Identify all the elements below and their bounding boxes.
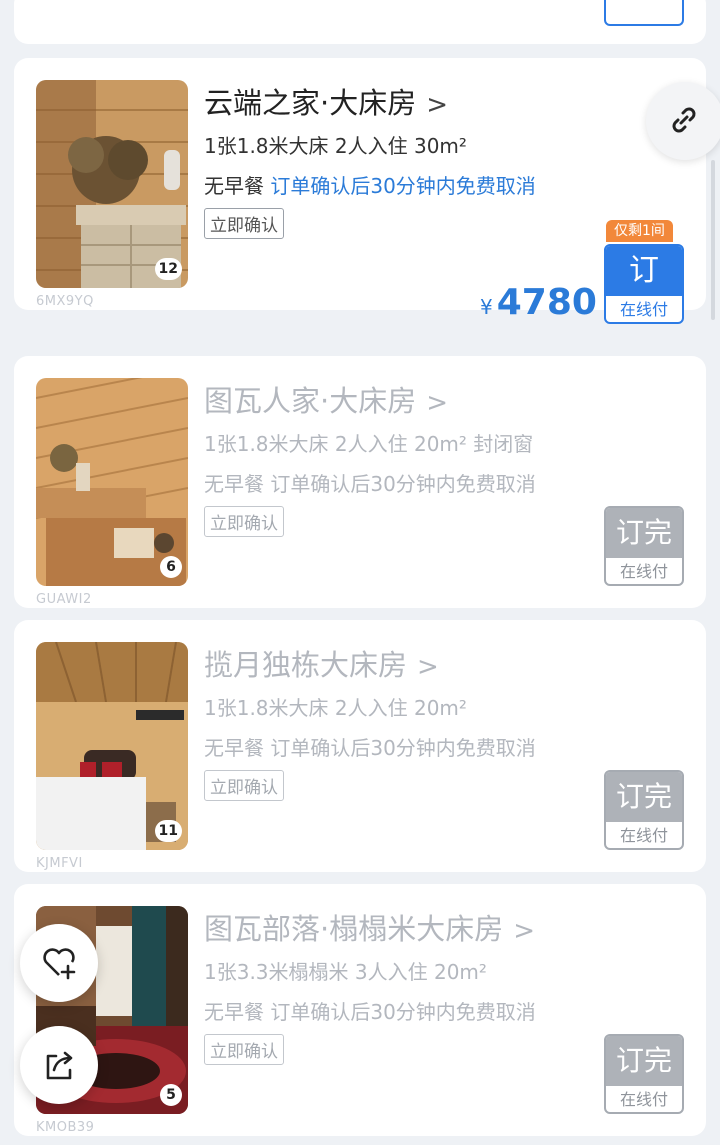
meal-policy: 无早餐 (204, 1000, 264, 1024)
room-policy: 无早餐 订单确认后30分钟内免费取消 (204, 170, 536, 199)
photo-count-badge: 5 (160, 1084, 182, 1106)
room-card[interactable]: 6 GUAWI2 图瓦人家·大床房 > 1张1.8米大床 2人入住 20m² 封闭… (14, 356, 706, 608)
book-button-label: 订 (606, 246, 682, 296)
sold-out-button[interactable]: 订完 在线付 (604, 770, 684, 850)
scrollbar[interactable] (711, 160, 715, 320)
book-button[interactable]: 订 在线付 (604, 244, 684, 324)
room-code: KJMFVI (36, 856, 83, 871)
room-title[interactable]: 图瓦人家·大床房 > (204, 378, 448, 420)
share-link-button[interactable] (646, 82, 720, 160)
pay-online-label: 在线付 (619, 562, 668, 581)
room-photo-image (36, 80, 188, 288)
pay-online-label: 在线付 (619, 300, 668, 319)
instant-confirm-tag: 立即确认 (204, 506, 284, 537)
chevron-right-icon: > (417, 652, 439, 682)
sold-out-label: 订完 (606, 772, 682, 822)
meal-policy: 无早餐 (204, 174, 264, 198)
chevron-right-icon: > (513, 916, 536, 946)
room-policy: 无早餐 订单确认后30分钟内免费取消 (204, 732, 536, 761)
sold-out-label: 订完 (606, 1036, 682, 1086)
photo-count-badge: 12 (154, 258, 182, 280)
room-photo[interactable]: 11 (36, 642, 188, 850)
previous-room-card (14, 0, 706, 44)
room-card[interactable]: 12 6MX9YQ 云端之家·大床房 > 1张1.8米大床 2人入住 30m² 无… (14, 58, 706, 324)
instant-confirm-tag: 立即确认 (204, 208, 284, 239)
room-code: 6MX9YQ (36, 294, 94, 309)
photo-count-badge: 6 (160, 556, 182, 578)
favorite-button[interactable] (20, 924, 98, 1002)
rooms-left-badge: 仅剩1间 (606, 220, 673, 242)
share-arrow-icon (46, 1051, 73, 1080)
pay-online-label: 在线付 (619, 1090, 668, 1109)
room-code: GUAWI2 (36, 592, 92, 607)
meal-policy: 无早餐 (204, 472, 264, 496)
room-card[interactable]: 5 KMOB39 图瓦部落·榻榻米大床房 > 1张3.3米榻榻米 3人入住 20m… (14, 884, 706, 1136)
room-spec: 1张1.8米大床 2人入住 30m² (204, 134, 467, 158)
price-value: 4780 (496, 282, 597, 323)
room-card[interactable]: 11 KJMFVI 揽月独栋大床房 > 1张1.8米大床 2人入住 20m² 无早… (14, 620, 706, 872)
room-title-text: 云端之家·大床房 (204, 86, 417, 120)
cancel-policy: 订单确认后30分钟内免费取消 (270, 736, 536, 760)
room-photo-image (36, 642, 188, 850)
room-photo[interactable]: 6 (36, 378, 188, 586)
cancel-policy: 订单确认后30分钟内免费取消 (270, 1000, 536, 1024)
share-button[interactable] (20, 1026, 98, 1104)
room-policy: 无早餐 订单确认后30分钟内免费取消 (204, 468, 536, 497)
room-title-text: 图瓦人家·大床房 (204, 384, 417, 418)
room-title-text: 图瓦部落·榻榻米大床房 (204, 912, 504, 946)
chevron-right-icon: > (426, 90, 449, 120)
room-title[interactable]: 图瓦部落·榻榻米大床房 > (204, 906, 535, 948)
photo-count-badge: 11 (154, 820, 182, 842)
previous-book-button[interactable] (604, 0, 684, 26)
instant-confirm-tag: 立即确认 (204, 770, 284, 801)
currency-symbol: ¥ (480, 295, 493, 319)
sold-out-button[interactable]: 订完 在线付 (604, 1034, 684, 1114)
room-title[interactable]: 云端之家·大床房 > (204, 80, 448, 122)
room-title[interactable]: 揽月独栋大床房 > (204, 642, 439, 684)
room-spec: 1张1.8米大床 2人入住 20m² (204, 696, 467, 720)
room-code: KMOB39 (36, 1120, 95, 1135)
sold-out-label: 订完 (606, 508, 682, 558)
room-policy: 无早餐 订单确认后30分钟内免费取消 (204, 996, 536, 1025)
link-icon (672, 107, 696, 133)
room-photo-image (36, 378, 188, 586)
chevron-right-icon: > (426, 388, 449, 418)
room-spec: 1张1.8米大床 2人入住 20m² 封闭窗 (204, 432, 534, 456)
cancel-policy: 订单确认后30分钟内免费取消 (270, 174, 536, 198)
meal-policy: 无早餐 (204, 736, 264, 760)
sold-out-button[interactable]: 订完 在线付 (604, 506, 684, 586)
heart-plus-icon (43, 948, 76, 980)
instant-confirm-tag: 立即确认 (204, 1034, 284, 1065)
room-photo[interactable]: 12 (36, 80, 188, 288)
room-price: ¥4780 (480, 282, 597, 323)
pay-online-label: 在线付 (619, 826, 668, 845)
room-title-text: 揽月独栋大床房 (204, 648, 408, 682)
cancel-policy: 订单确认后30分钟内免费取消 (270, 472, 536, 496)
room-spec: 1张3.3米榻榻米 3人入住 20m² (204, 960, 487, 984)
